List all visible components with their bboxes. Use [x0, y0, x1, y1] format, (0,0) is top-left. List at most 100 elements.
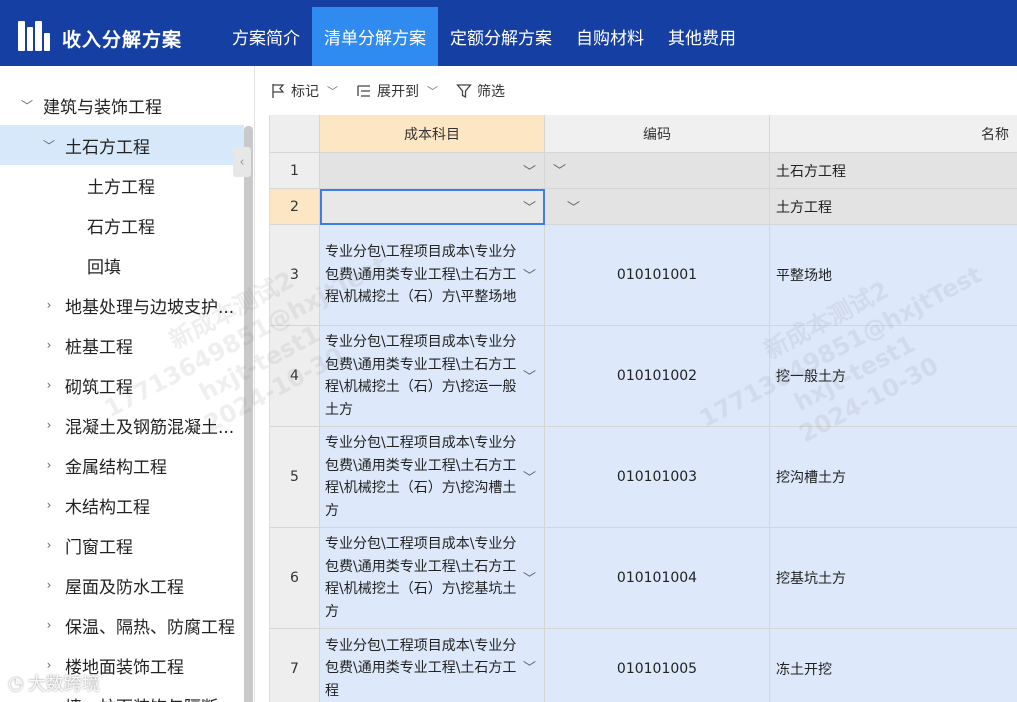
brand-icon: ◔	[8, 672, 24, 694]
chevron-down-icon[interactable]: ﹀	[20, 97, 34, 114]
tree-item-label: 建筑与装饰工程	[43, 97, 162, 118]
chevron-right-icon[interactable]: ›	[42, 378, 56, 392]
nav-tab-bill-breakdown[interactable]: 清单分解方案	[312, 7, 438, 66]
tree-item-label: 保温、隔热、防腐工程	[65, 617, 235, 638]
tree-item[interactable]: › 地基处理与边坡支护...	[0, 285, 244, 325]
app-title: 收入分解方案	[62, 29, 183, 51]
category-tree: ﹀ 建筑与装饰工程 ﹀ 土石方工程 土方工程 石方工程 回填 › 地基处理与边坡支护.…	[0, 85, 244, 702]
tree-item[interactable]: › 木结构工程	[0, 485, 244, 525]
code-cell[interactable]: 010101001	[545, 225, 770, 326]
header-code[interactable]: 编码	[545, 115, 770, 153]
chevron-down-icon[interactable]: ﹀	[523, 366, 536, 385]
cost-subject-select[interactable]: ﹀	[320, 189, 545, 225]
tree-item[interactable]: ﹀ 土石方工程	[0, 125, 244, 165]
code-cell[interactable]: ﹀	[545, 153, 770, 189]
header-name[interactable]: 名称	[770, 115, 1017, 153]
tree-item[interactable]: › 桩基工程	[0, 325, 244, 365]
code-cell[interactable]: 010101004	[545, 528, 770, 629]
tree-item-label: 地基处理与边坡支护...	[65, 297, 235, 318]
chevron-down-icon[interactable]: ﹀	[523, 265, 536, 284]
chevron-right-icon[interactable]: ›	[42, 538, 56, 552]
tree-item[interactable]: › 屋面及防水工程	[0, 565, 244, 605]
row-number: 5	[270, 427, 320, 528]
nav-tab-quota-breakdown[interactable]: 定额分解方案	[438, 7, 564, 66]
tree-item[interactable]: ﹀ 建筑与装饰工程	[0, 85, 244, 125]
chevron-down-icon: ﹀	[427, 85, 438, 98]
sidebar-scrollbar[interactable]	[244, 126, 253, 702]
table-row[interactable]: 4 专业分包\工程项目成本\专业分包费\通用类专业工程\土石方工程\机械挖土（石…	[270, 326, 1017, 427]
chevron-right-icon[interactable]: ›	[42, 618, 56, 632]
nav-tab-self-purchased[interactable]: 自购材料	[564, 7, 656, 66]
name-cell[interactable]: 挖沟槽土方	[770, 427, 1017, 528]
chevron-right-icon[interactable]: ›	[42, 458, 56, 472]
table-row[interactable]: 1 ﹀ ﹀ 土石方工程	[270, 153, 1017, 189]
name-cell[interactable]: 挖基坑土方	[770, 528, 1017, 629]
chevron-down-icon[interactable]: ﹀	[523, 657, 536, 676]
tree-item-label: 门窗工程	[65, 537, 133, 558]
mark-label: 标记	[291, 84, 319, 100]
code-cell[interactable]: 010101003	[545, 427, 770, 528]
chevron-down-icon[interactable]: ﹀	[523, 197, 536, 216]
code-cell[interactable]: 010101002	[545, 326, 770, 427]
table-row[interactable]: 5 专业分包\工程项目成本\专业分包费\通用类专业工程\土石方工程\机械挖土（石…	[270, 427, 1017, 528]
row-number: 1	[270, 153, 320, 189]
cost-subject-select[interactable]: 专业分包\工程项目成本\专业分包费\通用类专业工程\土石方工程\机械挖土（石）方…	[320, 427, 545, 528]
mark-button[interactable]: 标记 ﹀	[270, 81, 338, 101]
tree-item[interactable]: › 保温、隔热、防腐工程	[0, 605, 244, 645]
cost-subject-select[interactable]: 专业分包\工程项目成本\专业分包费\通用类专业工程\土石方工程\机械挖土（石）方…	[320, 225, 545, 326]
code-cell[interactable]: ﹀	[545, 189, 770, 225]
expand-to-button[interactable]: 展开到 ﹀	[356, 81, 438, 101]
filter-button[interactable]: 筛选	[456, 81, 505, 101]
chevron-right-icon[interactable]: ›	[42, 578, 56, 592]
filter-icon	[456, 84, 472, 99]
table-row[interactable]: 6 专业分包\工程项目成本\专业分包费\通用类专业工程\土石方工程\机械挖土（石…	[270, 528, 1017, 629]
name-cell[interactable]: 冻土开挖	[770, 629, 1017, 702]
table-row[interactable]: 3 专业分包\工程项目成本\专业分包费\通用类专业工程\土石方工程\机械挖土（石…	[270, 225, 1017, 326]
code-cell[interactable]: 010101005	[545, 629, 770, 702]
cost-subject-select[interactable]: 专业分包\工程项目成本\专业分包费\通用类专业工程\土石方工程\机械挖土（石）方…	[320, 326, 545, 427]
sidebar-tree-panel: ﹀ 建筑与装饰工程 ﹀ 土石方工程 土方工程 石方工程 回填 › 地基处理与边坡支护.…	[0, 66, 255, 702]
tree-item[interactable]: › 混凝土及钢筋混凝土...	[0, 405, 244, 445]
header-cost-subject[interactable]: 成本科目	[320, 115, 545, 153]
name-cell[interactable]: 土方工程	[770, 189, 1017, 225]
chevron-down-icon[interactable]: ﹀	[523, 568, 536, 587]
name-cell[interactable]: 平整场地	[770, 225, 1017, 326]
tree-item[interactable]: 回填	[0, 245, 244, 285]
grid-toolbar: 标记 ﹀ 展开到 ﹀ 筛选	[270, 80, 505, 102]
row-number: 2	[270, 189, 320, 225]
flag-icon	[272, 84, 285, 98]
chevron-right-icon[interactable]: ›	[42, 298, 56, 312]
filter-label: 筛选	[477, 84, 505, 100]
chevron-right-icon[interactable]: ›	[42, 498, 56, 512]
chevron-right-icon[interactable]: ›	[42, 698, 56, 702]
table-row[interactable]: 7 专业分包\工程项目成本\专业分包费\通用类专业工程\土石方工程 ﹀ 01010…	[270, 629, 1017, 702]
chevron-down-icon[interactable]: ﹀	[523, 467, 536, 486]
name-cell[interactable]: 土石方工程	[770, 153, 1017, 189]
tree-item-label: 土石方工程	[65, 137, 150, 158]
tree-item[interactable]: › 金属结构工程	[0, 445, 244, 485]
cost-subject-text: 专业分包\工程项目成本\专业分包费\通用类专业工程\土石方工程\机械挖土（石）方…	[325, 536, 517, 620]
code-text: 010101001	[616, 267, 698, 283]
tree-item[interactable]: 石方工程	[0, 205, 244, 245]
chevron-down-icon[interactable]: ﹀	[523, 161, 536, 180]
tree-item-label: 金属结构工程	[65, 457, 167, 478]
chevron-right-icon[interactable]: ›	[42, 418, 56, 432]
chevron-right-icon[interactable]: ›	[42, 338, 56, 352]
nav-tab-intro[interactable]: 方案简介	[220, 7, 312, 66]
chevron-down-icon[interactable]: ﹀	[553, 160, 566, 179]
app-logo-icon	[18, 21, 50, 51]
chevron-down-icon[interactable]: ﹀	[567, 197, 580, 216]
cost-subject-select[interactable]: 专业分包\工程项目成本\专业分包费\通用类专业工程\土石方工程\机械挖土（石）方…	[320, 528, 545, 629]
name-cell[interactable]: 挖一般土方	[770, 326, 1017, 427]
nav-tab-other-fees[interactable]: 其他费用	[656, 7, 748, 66]
tree-item[interactable]: 土方工程	[0, 165, 244, 205]
table-row[interactable]: 2 ﹀ ﹀ 土方工程	[270, 189, 1017, 225]
sidebar-collapse-button[interactable]: ‹	[233, 147, 251, 177]
cost-subject-text: 专业分包\工程项目成本\专业分包费\通用类专业工程\土石方工程	[325, 637, 517, 699]
tree-item[interactable]: › 门窗工程	[0, 525, 244, 565]
cost-subject-select[interactable]: ﹀	[320, 153, 545, 189]
chevron-down-icon[interactable]: ﹀	[42, 137, 56, 154]
tree-item[interactable]: › 砌筑工程	[0, 365, 244, 405]
header-row-number	[270, 115, 320, 153]
cost-subject-select[interactable]: 专业分包\工程项目成本\专业分包费\通用类专业工程\土石方工程 ﹀	[320, 629, 545, 702]
